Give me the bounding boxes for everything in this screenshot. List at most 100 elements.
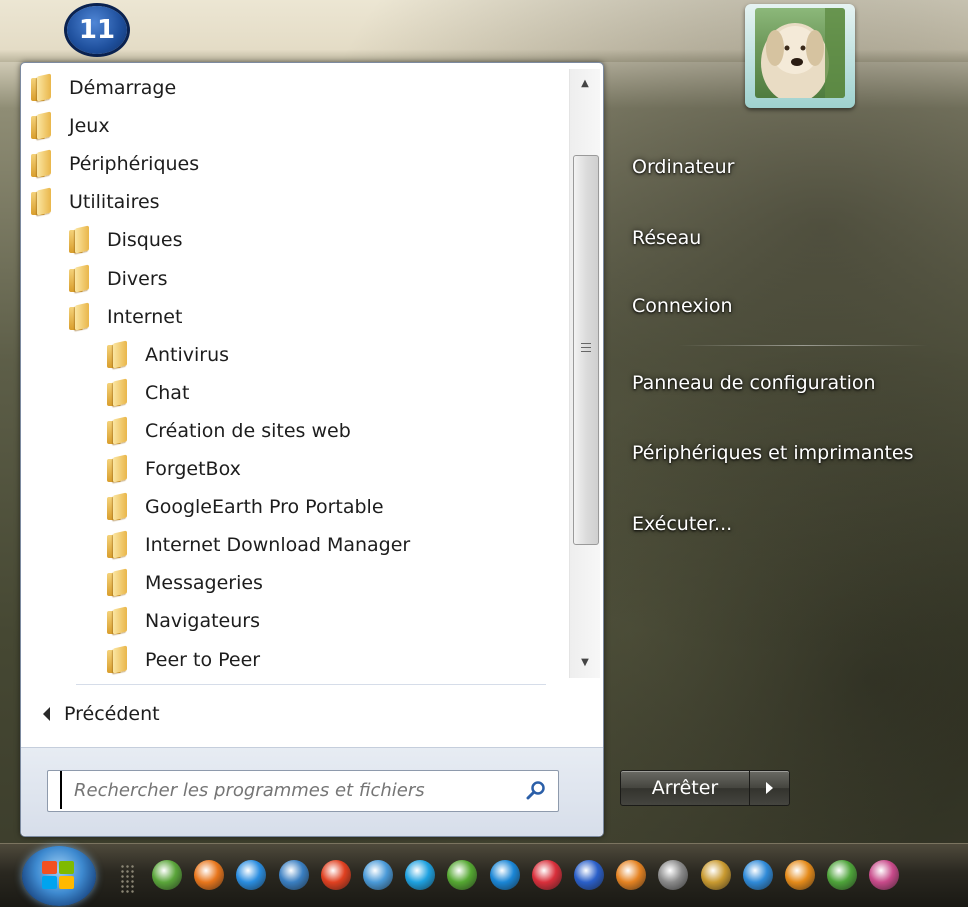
dreamweaver-icon[interactable] [827, 860, 858, 890]
right-pane-separator [678, 345, 928, 346]
program-folder[interactable]: Divers [69, 261, 168, 297]
mail-icon[interactable] [320, 860, 351, 890]
taskbar [0, 843, 968, 907]
program-folder-label: Utilitaires [69, 191, 160, 214]
folder-icon [31, 149, 53, 178]
shutdown-options-button[interactable] [750, 770, 790, 806]
folder-icon [31, 111, 53, 140]
folder-icon [107, 568, 129, 597]
user-picture[interactable] [745, 4, 855, 108]
tools-icon[interactable] [700, 860, 731, 890]
scroll-down-button[interactable]: ▼ [570, 648, 600, 678]
folder-icon [107, 606, 129, 635]
back-button[interactable]: Précédent [37, 698, 160, 730]
search-area [21, 747, 603, 836]
program-folder[interactable]: GoogleEarth Pro Portable [107, 489, 384, 525]
list-divider [76, 684, 546, 685]
folder-icon [31, 73, 53, 102]
cube-icon[interactable] [489, 860, 520, 890]
toolbar-gripper[interactable] [120, 864, 136, 894]
program-folder[interactable]: Jeux [31, 108, 110, 144]
printer-icon[interactable] [278, 860, 309, 890]
folder-icon [69, 302, 91, 331]
skype-icon[interactable] [405, 860, 436, 890]
windows-logo-icon [42, 861, 76, 891]
menu-item-panneau-de-configuration[interactable]: Panneau de configuration [632, 372, 876, 394]
folder-icon [107, 378, 129, 407]
folder-icon [107, 416, 129, 445]
menu-item-ordinateur[interactable]: Ordinateur [632, 156, 734, 178]
program-folder-label: Messageries [145, 572, 263, 595]
shield-icon[interactable] [531, 860, 562, 890]
program-folder[interactable]: Internet Download Manager [107, 527, 410, 563]
program-folder[interactable]: Internet [69, 299, 182, 335]
program-folder[interactable]: Disques [69, 222, 183, 258]
program-folder[interactable]: Création de sites web [107, 413, 351, 449]
program-folder[interactable]: Navigateurs [107, 603, 260, 639]
network-icon[interactable] [869, 860, 900, 890]
dog-photo [755, 8, 845, 98]
program-folder-label: ForgetBox [145, 458, 241, 480]
folder-icon [107, 340, 129, 369]
folder-icon [107, 454, 129, 483]
program-folder-label: Périphériques [69, 153, 200, 176]
landscape-icon[interactable] [363, 860, 393, 890]
scroll-up-button[interactable]: ▲ [570, 69, 600, 99]
program-folder[interactable]: Peer to Peer [107, 642, 260, 678]
programs-scrollbar[interactable]: ▲ ▼ [569, 69, 600, 678]
program-folder[interactable]: Antivirus [107, 337, 229, 373]
program-folder-label: Internet Download Manager [145, 534, 411, 557]
program-folder[interactable]: Utilitaires [31, 184, 160, 220]
tm-icon[interactable] [658, 860, 689, 890]
program-folder-label: Divers [107, 267, 168, 290]
program-folder-label: Création de sites web [145, 419, 351, 442]
arrow-right-icon [766, 782, 773, 794]
folder-icon [107, 492, 129, 521]
search-icon[interactable] [526, 780, 546, 800]
program-folder-label: Jeux [69, 115, 110, 138]
program-folder-label: Navigateurs [145, 610, 260, 633]
plant-icon[interactable] [152, 860, 182, 890]
program-folder[interactable]: ForgetBox [107, 451, 241, 487]
programs-list: Démarrage Jeux Périphériques Utilitaires Dis… [21, 63, 569, 681]
shutdown-group: Arrêter [620, 770, 790, 806]
back-label: Précédent [64, 703, 160, 725]
search-box[interactable] [47, 770, 559, 812]
program-folder-label: Internet [107, 305, 183, 328]
folder-icon [107, 645, 129, 673]
dog-icon [761, 8, 845, 98]
start-menu-left-pane: Démarrage Jeux Périphériques Utilitaires Dis… [20, 62, 604, 837]
firefox-icon[interactable] [194, 860, 225, 890]
folder-icon [69, 264, 91, 292]
internet-explorer-icon[interactable] [236, 860, 267, 890]
program-folder-label: GoogleEarth Pro Portable [145, 496, 384, 519]
folder-icon [69, 225, 91, 254]
grip-icon [581, 343, 591, 353]
program-folder-label: Disques [107, 229, 183, 252]
brush-icon[interactable] [616, 860, 647, 890]
folder-icon [107, 530, 129, 559]
program-folder-label: Chat [145, 381, 190, 404]
search-input[interactable] [60, 771, 496, 809]
flame-icon[interactable] [447, 860, 478, 890]
start-button[interactable] [22, 846, 96, 906]
program-folder-label: Démarrage [69, 77, 177, 99]
menu-item-connexion[interactable]: Connexion [632, 295, 733, 317]
notification-badge: 11 [67, 6, 127, 54]
feather-icon[interactable] [574, 860, 604, 890]
folder-icon [31, 187, 53, 216]
program-folder[interactable]: Messageries [107, 565, 263, 601]
download-icon[interactable] [742, 860, 773, 890]
back-arrow-icon [43, 707, 50, 721]
program-folder[interactable]: Chat [107, 375, 189, 411]
menu-item-reseau[interactable]: Réseau [632, 227, 701, 249]
program-folder[interactable]: Périphériques [31, 146, 199, 182]
program-folder-label: Peer to Peer [145, 648, 261, 671]
scroll-thumb[interactable] [573, 155, 599, 545]
program-folder[interactable]: Démarrage [31, 70, 176, 106]
shutdown-button[interactable]: Arrêter [620, 770, 750, 806]
menu-item-executer[interactable]: Exécuter... [632, 513, 732, 535]
program-folder-label: Antivirus [145, 343, 230, 366]
menu-item-peripheriques-et-imprimantes[interactable]: Périphériques et imprimantes [632, 442, 914, 464]
palette-icon[interactable] [785, 860, 815, 890]
